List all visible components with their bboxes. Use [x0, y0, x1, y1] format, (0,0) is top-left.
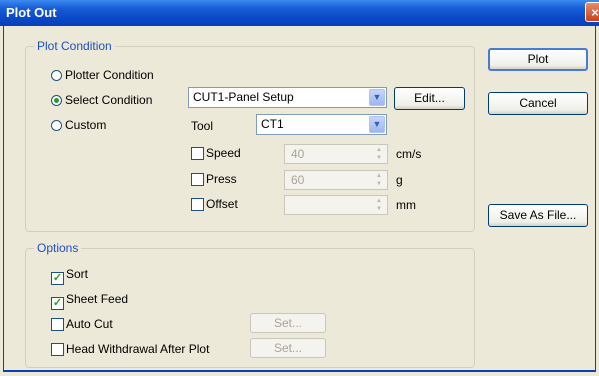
auto-cut-checkbox[interactable]: Auto Cut: [51, 317, 113, 331]
offset-checkbox[interactable]: Offset: [191, 197, 238, 211]
chevron-down-icon[interactable]: ▼: [369, 89, 385, 106]
plot-out-dialog: Plot Condition Plotter Condition Select …: [3, 26, 596, 372]
head-withdrawal-checkbox[interactable]: Head Withdrawal After Plot: [51, 342, 209, 356]
options-group: Options ✓ Sort ✓ Sheet Feed Auto Cut Set..…: [25, 241, 475, 368]
tool-label: Tool: [191, 119, 214, 133]
speed-label: Speed: [206, 146, 241, 160]
press-label: Press: [206, 172, 237, 186]
speed-value: 40: [291, 147, 305, 161]
offset-checkbox-box[interactable]: [191, 198, 204, 211]
auto-cut-set-button[interactable]: Set...: [250, 313, 326, 333]
condition-select-value: CUT1-Panel Setup: [193, 90, 294, 104]
radio-select-condition-label: Select Condition: [65, 93, 153, 107]
press-checkbox-box[interactable]: [191, 173, 204, 186]
sort-label: Sort: [66, 267, 89, 281]
radio-select-condition[interactable]: Select Condition: [51, 93, 152, 107]
speed-unit: cm/s: [396, 147, 422, 161]
cancel-button[interactable]: Cancel: [488, 92, 588, 115]
radio-custom-indicator[interactable]: [51, 120, 62, 131]
radio-plotter-condition-label: Plotter Condition: [65, 68, 154, 82]
spin-down-icon[interactable]: ▼: [372, 180, 386, 188]
spin-up-icon[interactable]: ▲: [372, 172, 386, 180]
radio-plotter-condition-indicator[interactable]: [51, 70, 62, 81]
spin-down-icon[interactable]: ▼: [372, 205, 386, 213]
head-withdrawal-label: Head Withdrawal After Plot: [66, 342, 210, 356]
speed-spinner[interactable]: 40 ▲ ▼: [284, 144, 388, 164]
press-unit: g: [396, 173, 403, 187]
condition-select[interactable]: CUT1-Panel Setup ▼: [188, 87, 387, 108]
options-legend: Options: [34, 241, 82, 255]
sheet-feed-checkbox[interactable]: ✓ Sheet Feed: [51, 292, 128, 310]
title-bar[interactable]: Plot Out ×: [0, 0, 599, 26]
offset-spinner[interactable]: ▲ ▼: [284, 195, 388, 215]
plot-button[interactable]: Plot: [488, 48, 588, 71]
sort-checkbox-box[interactable]: ✓: [51, 272, 64, 285]
auto-cut-label: Auto Cut: [66, 317, 113, 331]
speed-checkbox[interactable]: Speed: [191, 146, 241, 160]
tool-select[interactable]: CT1 ▼: [256, 114, 387, 135]
offset-unit: mm: [396, 198, 416, 212]
close-icon[interactable]: ×: [585, 2, 599, 22]
auto-cut-checkbox-box[interactable]: [51, 318, 64, 331]
press-spinner[interactable]: 60 ▲ ▼: [284, 170, 388, 190]
spin-down-icon[interactable]: ▼: [372, 154, 386, 162]
window-title: Plot Out: [6, 5, 57, 20]
radio-custom-label: Custom: [65, 118, 107, 132]
plot-condition-group: Plot Condition Plotter Condition Select …: [25, 39, 475, 232]
chevron-down-icon[interactable]: ▼: [369, 116, 385, 133]
tool-select-value: CT1: [261, 117, 284, 131]
speed-checkbox-box[interactable]: [191, 147, 204, 160]
radio-select-condition-indicator[interactable]: [51, 95, 62, 106]
press-checkbox[interactable]: Press: [191, 172, 237, 186]
sort-checkbox[interactable]: ✓ Sort: [51, 267, 88, 285]
spin-up-icon[interactable]: ▲: [372, 146, 386, 154]
radio-custom[interactable]: Custom: [51, 118, 106, 132]
press-value: 60: [291, 173, 305, 187]
offset-label: Offset: [206, 197, 238, 211]
edit-button[interactable]: Edit...: [394, 87, 465, 110]
sheet-feed-checkbox-box[interactable]: ✓: [51, 297, 64, 310]
sheet-feed-label: Sheet Feed: [66, 292, 129, 306]
radio-plotter-condition[interactable]: Plotter Condition: [51, 68, 154, 82]
head-withdrawal-set-button[interactable]: Set...: [250, 338, 326, 358]
plot-condition-legend: Plot Condition: [34, 39, 115, 53]
head-withdrawal-checkbox-box[interactable]: [51, 343, 64, 356]
save-as-file-button[interactable]: Save As File...: [488, 204, 588, 227]
spin-up-icon[interactable]: ▲: [372, 197, 386, 205]
